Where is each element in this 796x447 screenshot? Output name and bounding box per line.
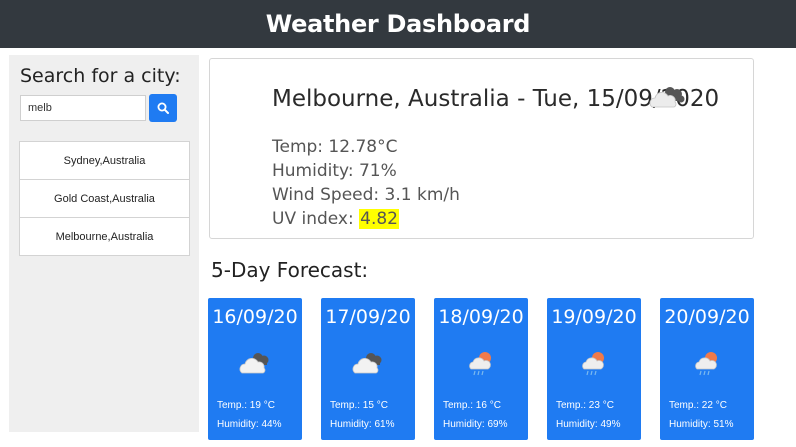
cloudy-icon — [239, 353, 269, 374]
forecast-humidity: Humidity: 69% — [443, 419, 508, 430]
forecast-date: 16/09/20 — [212, 306, 298, 328]
history-item[interactable]: Melbourne,Australia — [20, 218, 189, 255]
page-title: Weather Dashboard — [265, 10, 531, 38]
forecast-card: 17/09/20 Temp.: 15 °C Humidity: 61% — [321, 298, 415, 440]
forecast-humidity: Humidity: 44% — [217, 419, 282, 430]
forecast-humidity: Humidity: 61% — [330, 419, 395, 430]
forecast-temp: Temp.: 22 °C — [669, 400, 727, 411]
uv-label: UV index: — [272, 209, 360, 229]
sun-rain-icon — [469, 352, 491, 376]
sun-rain-icon — [695, 352, 717, 376]
forecast-humidity: Humidity: 51% — [669, 419, 734, 430]
forecast-card: 19/09/20 Temp.: 23 °C Humidity: 49% — [547, 298, 641, 440]
forecast-humidity: Humidity: 49% — [556, 419, 621, 430]
forecast-date: 17/09/20 — [325, 306, 411, 328]
current-wind-speed: Wind Speed: 3.1 km/h — [272, 185, 460, 205]
cloudy-icon — [352, 353, 382, 374]
sidebar: Search for a city: Sydney,Australia Gold… — [9, 55, 199, 432]
search-input[interactable] — [20, 95, 146, 121]
history-item[interactable]: Gold Coast,Australia — [20, 180, 189, 218]
search-icon — [157, 102, 169, 114]
current-uv: UV index: 4.82 — [272, 209, 399, 229]
uv-badge: 4.82 — [359, 209, 399, 229]
current-weather-panel: Melbourne, Australia - Tue, 15/09/2020 T… — [209, 58, 754, 239]
app-header: Weather Dashboard — [0, 0, 796, 48]
forecast-title: 5-Day Forecast: — [211, 258, 369, 282]
forecast-card: 18/09/20 Temp.: 16 °C Humidity: 69% — [434, 298, 528, 440]
forecast-temp: Temp.: 15 °C — [330, 400, 388, 411]
forecast-temp: Temp.: 16 °C — [443, 400, 501, 411]
forecast-temp: Temp.: 19 °C — [217, 400, 275, 411]
cloudy-icon — [649, 87, 685, 108]
history-item[interactable]: Sydney,Australia — [20, 142, 189, 180]
forecast-date: 18/09/20 — [438, 306, 524, 328]
forecast-temp: Temp.: 23 °C — [556, 400, 614, 411]
current-temp: Temp: 12.78°C — [272, 137, 398, 157]
forecast-date: 20/09/20 — [664, 306, 750, 328]
forecast-date: 19/09/20 — [551, 306, 637, 328]
sun-rain-icon — [582, 352, 604, 376]
search-history-list: Sydney,Australia Gold Coast,Australia Me… — [19, 141, 190, 256]
forecast-card: 16/09/20 Temp.: 19 °C Humidity: 44% — [208, 298, 302, 440]
search-button[interactable] — [149, 94, 177, 122]
forecast-card: 20/09/20 Temp.: 22 °C Humidity: 51% — [660, 298, 754, 440]
current-humidity: Humidity: 71% — [272, 161, 397, 181]
search-title: Search for a city: — [20, 65, 181, 87]
